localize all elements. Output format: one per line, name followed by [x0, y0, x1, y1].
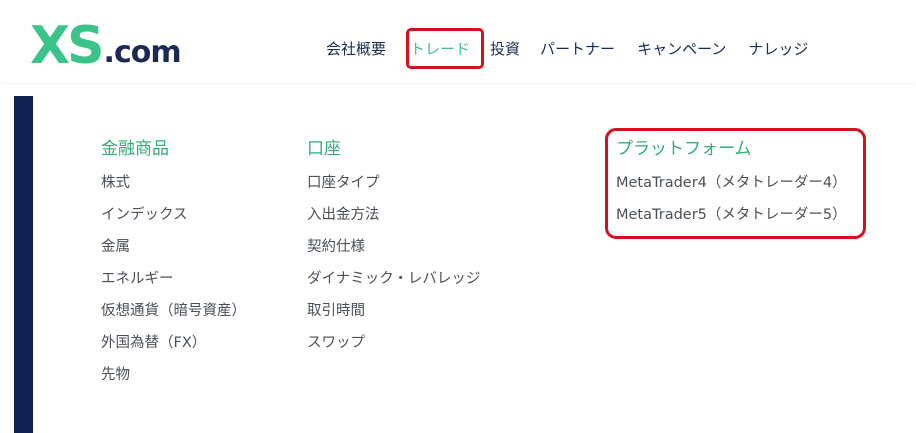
xs-logo[interactable]: XS .com: [30, 16, 200, 72]
menu-column-account: 口座 口座タイプ 入出金方法 契約仕様 ダイナミック・レバレッジ 取引時間 スワ…: [307, 138, 527, 364]
menu-column-platform: プラットフォーム MetaTrader4（メタトレーダー4） MetaTrade…: [616, 138, 876, 236]
logo-mark: XS: [30, 16, 105, 76]
menu-link-deposit-withdrawal[interactable]: 入出金方法: [307, 204, 527, 226]
nav-campaign[interactable]: キャンペーン: [637, 38, 726, 59]
menu-link-indices[interactable]: インデックス: [101, 204, 251, 226]
menu-link-metatrader4[interactable]: MetaTrader4（メタトレーダー4）: [616, 172, 876, 194]
page: XS .com 会社概要 トレード 投資 パートナー キャンペーン ナレッジ 金…: [0, 0, 916, 433]
nav-trade[interactable]: トレード: [410, 38, 470, 59]
menu-title-instruments: 金融商品: [101, 139, 169, 159]
logo-suffix: .com: [103, 35, 182, 70]
menu-link-crypto[interactable]: 仮想通貨（暗号資産）: [101, 300, 246, 322]
nav-partner[interactable]: パートナー: [540, 38, 615, 59]
menu-link-forex[interactable]: 外国為替（FX）: [101, 332, 251, 354]
menu-link-dynamic-leverage[interactable]: ダイナミック・レバレッジ: [307, 268, 527, 290]
menu-link-account-types[interactable]: 口座タイプ: [307, 172, 527, 194]
nav-knowledge[interactable]: ナレッジ: [748, 38, 808, 59]
menu-link-metals[interactable]: 金属: [101, 236, 251, 258]
menu-column-instruments: 金融商品 株式 インデックス 金属 エネルギー 仮想通貨（暗号資産） 外国為替（…: [101, 138, 251, 396]
header: XS .com 会社概要 トレード 投資 パートナー キャンペーン ナレッジ: [0, 0, 916, 82]
menu-link-energy[interactable]: エネルギー: [101, 268, 251, 290]
menu-title-account: 口座: [307, 139, 341, 159]
nav-company[interactable]: 会社概要: [326, 38, 386, 59]
side-accent-bar: [14, 96, 33, 433]
nav-invest[interactable]: 投資: [490, 38, 520, 59]
menu-link-stocks[interactable]: 株式: [101, 172, 251, 194]
menu-link-futures[interactable]: 先物: [101, 364, 251, 386]
menu-link-trading-hours[interactable]: 取引時間: [307, 300, 527, 322]
menu-link-swap[interactable]: スワップ: [307, 332, 527, 354]
main-nav: 会社概要 トレード 投資 パートナー キャンペーン ナレッジ: [326, 37, 808, 59]
menu-link-metatrader5[interactable]: MetaTrader5（メタトレーダー5）: [616, 204, 876, 226]
menu-link-contract-specs[interactable]: 契約仕様: [307, 236, 527, 258]
menu-title-platform: プラットフォーム: [616, 139, 752, 159]
